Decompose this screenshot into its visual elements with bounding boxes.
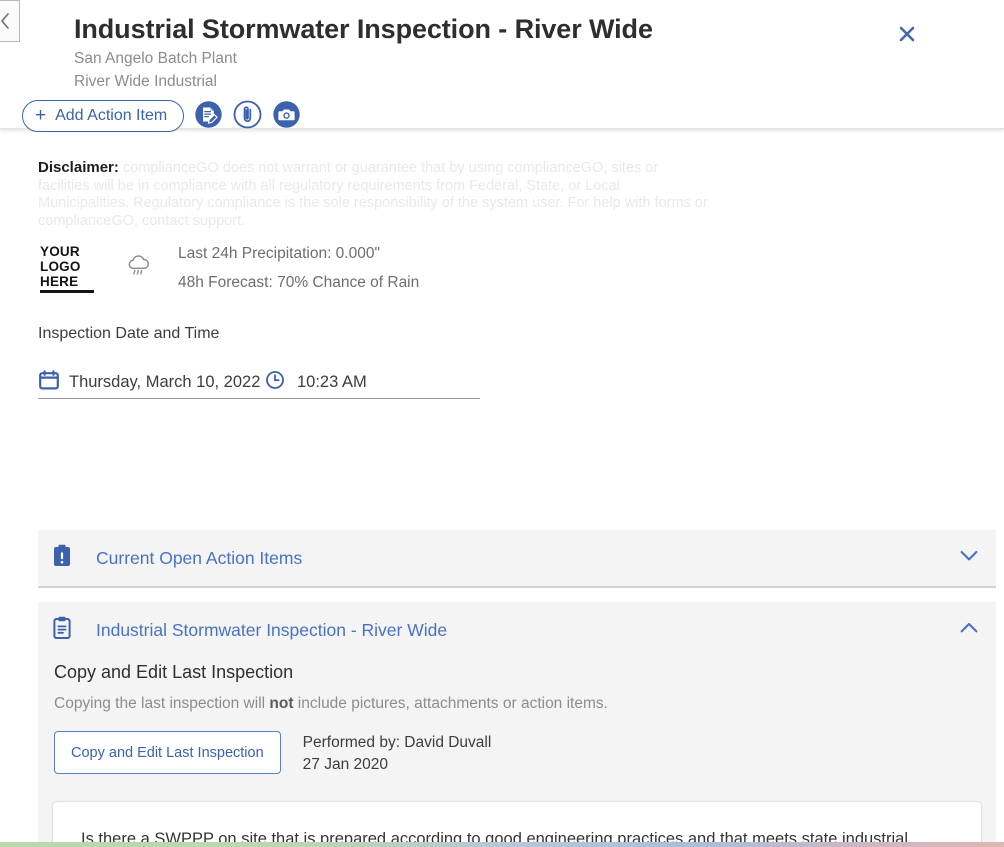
- performed-date-text: 27 Jan 2020: [302, 756, 388, 773]
- accordion-body-industrial-stormwater-inspection: Copy and Edit Last Inspection Copying th…: [38, 658, 996, 847]
- copy-sub-bold: not: [269, 695, 294, 712]
- paperclip-icon: [233, 100, 262, 132]
- inspection-datetime-field[interactable]: Thursday, March 10, 2022 10:23 AM: [38, 367, 480, 399]
- chevron-down-icon[interactable]: [960, 549, 978, 567]
- chevron-up-icon[interactable]: [960, 621, 978, 639]
- camera-button[interactable]: [272, 100, 301, 132]
- last-inspection-meta: Performed by: David Duvall 27 Jan 2020: [303, 731, 492, 776]
- accordion-header-industrial-stormwater-inspection[interactable]: Industrial Stormwater Inspection - River…: [38, 602, 996, 658]
- close-button[interactable]: [892, 20, 922, 50]
- disclaimer-body: complianceGO does not warrant or guarant…: [38, 160, 708, 229]
- disclaimer-label: Disclaimer:: [38, 159, 119, 176]
- camera-icon: [272, 100, 301, 132]
- close-icon: [897, 24, 917, 47]
- header-action-row: + Add Action Item: [22, 100, 301, 132]
- questions-card: Is there a SWPPP on site that is prepare…: [52, 801, 982, 847]
- logo-line-2: LOGO: [40, 258, 81, 274]
- copy-section-subtext: Copying the last inspection will not inc…: [52, 683, 982, 713]
- inspection-datetime-label: Inspection Date and Time: [38, 325, 220, 342]
- calendar-icon[interactable]: [38, 369, 60, 396]
- site-name: San Angelo Batch Plant: [74, 50, 237, 67]
- company-name: River Wide Industrial: [74, 73, 217, 90]
- page-header: Industrial Stormwater Inspection - River…: [0, 0, 1004, 132]
- accordion-title-open-action-items: Current Open Action Items: [96, 547, 303, 568]
- logo-line-3: HERE: [40, 273, 79, 289]
- copy-sub-suffix: include pictures, attachments or action …: [293, 695, 608, 712]
- accordion-open-action-items: Current Open Action Items: [38, 530, 996, 588]
- performed-by-text: Performed by: David Duvall: [302, 734, 492, 751]
- logo-underline: [40, 289, 94, 293]
- copy-and-edit-last-inspection-button[interactable]: Copy and Edit Last Inspection: [54, 731, 281, 774]
- page-title: Industrial Stormwater Inspection - River…: [74, 14, 653, 44]
- clock-icon[interactable]: [265, 370, 285, 395]
- attachment-button[interactable]: [233, 100, 262, 132]
- form-content: Disclaimer: complianceGO does not warran…: [0, 129, 1004, 847]
- inspection-time-value[interactable]: 10:23 AM: [297, 373, 367, 392]
- forecast-text: 48h Forecast: 70% Chance of Rain: [178, 274, 420, 291]
- precipitation-text: Last 24h Precipitation: 0.000": [178, 245, 380, 262]
- accordion-title-industrial-stormwater-inspection: Industrial Stormwater Inspection - River…: [96, 619, 448, 640]
- document-edit-icon: [194, 100, 223, 132]
- company-logo: YOUR LOGO HERE: [40, 244, 96, 293]
- weather-row: YOUR LOGO HERE Last 24h Precipitation: 0…: [40, 239, 419, 297]
- plus-icon: +: [35, 104, 47, 126]
- copy-inspection-row: Copy and Edit Last Inspection Performed …: [52, 713, 982, 776]
- accordion-industrial-stormwater-inspection: Industrial Stormwater Inspection - River…: [38, 602, 996, 847]
- chevron-left-icon: [0, 12, 12, 30]
- inspection-date-value[interactable]: Thursday, March 10, 2022: [69, 373, 265, 392]
- clipboard-alert-icon: [52, 544, 72, 573]
- weather-readings: Last 24h Precipitation: 0.000" 48h Forec…: [178, 239, 419, 297]
- add-action-item-label: Add Action Item: [55, 107, 168, 124]
- inspection-form-page: Industrial Stormwater Inspection - River…: [0, 0, 1004, 847]
- sign-form-button[interactable]: [194, 100, 223, 132]
- rain-cloud-icon: [124, 251, 154, 286]
- copy-section-heading: Copy and Edit Last Inspection: [54, 662, 294, 682]
- copy-sub-prefix: Copying the last inspection will: [54, 695, 270, 712]
- logo-line-1: YOUR: [40, 243, 80, 259]
- clipboard-list-icon: [52, 616, 72, 645]
- accordion-header-open-action-items[interactable]: Current Open Action Items: [38, 530, 996, 586]
- back-button[interactable]: [0, 0, 20, 42]
- disclaimer-text: Disclaimer: complianceGO does not warran…: [38, 159, 708, 230]
- bottom-status-strip: [0, 842, 1004, 847]
- add-action-item-button[interactable]: + Add Action Item: [22, 100, 185, 132]
